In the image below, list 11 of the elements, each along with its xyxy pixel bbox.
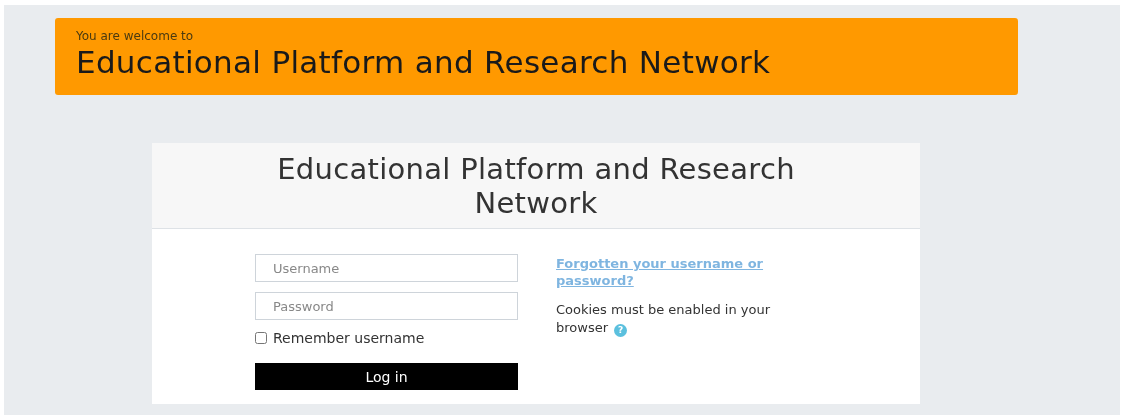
banner-title: Educational Platform and Research Network <box>76 43 772 81</box>
remember-label: Remember username <box>273 330 425 346</box>
remember-checkbox[interactable] <box>255 332 267 344</box>
forgot-password-link[interactable]: Forgotten your username or password? <box>556 255 806 289</box>
login-button[interactable]: Log in <box>255 363 518 390</box>
card-heading: Educational Platform and Research Network <box>276 151 796 220</box>
cookies-note: Cookies must be enabled in your browser ? <box>556 301 771 337</box>
password-field[interactable]: Password <box>255 292 518 320</box>
username-field[interactable]: Username <box>255 254 518 282</box>
help-icon[interactable]: ? <box>614 323 627 337</box>
banner-subtitle: You are welcome to <box>76 29 195 43</box>
